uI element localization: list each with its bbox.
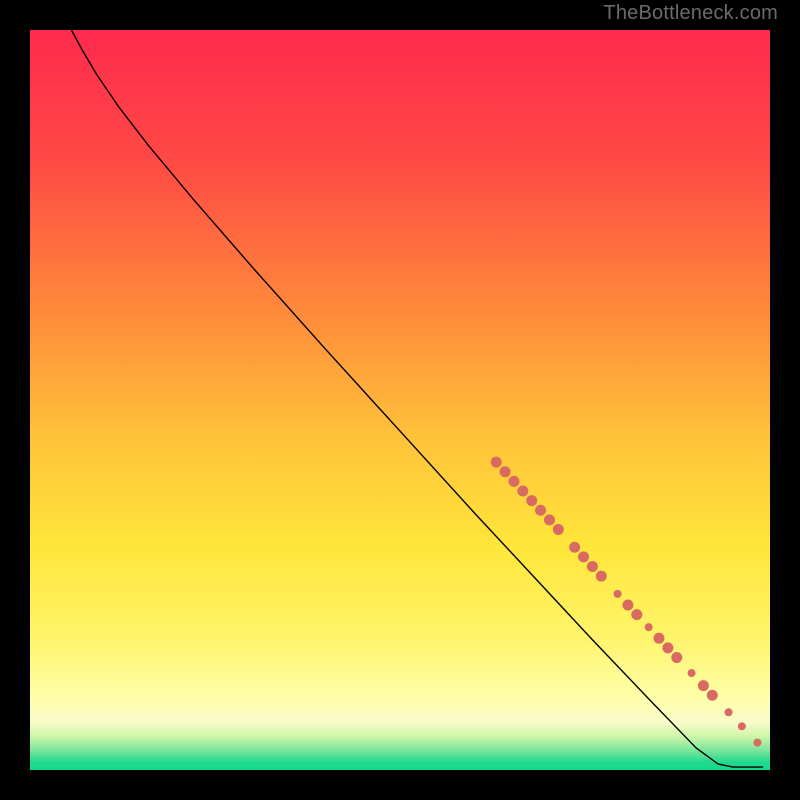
highlight-point <box>553 524 564 535</box>
highlight-point <box>526 495 537 506</box>
chart-frame: TheBottleneck.com <box>0 0 800 800</box>
highlight-point <box>654 633 665 644</box>
highlight-point <box>645 623 653 631</box>
highlight-point <box>662 642 673 653</box>
highlight-point <box>508 476 519 487</box>
gradient-background <box>30 30 770 770</box>
highlight-point <box>535 505 546 516</box>
highlight-point <box>517 486 528 497</box>
highlight-point <box>569 542 580 553</box>
highlight-point <box>500 466 511 477</box>
highlight-point <box>578 551 589 562</box>
highlight-point <box>753 739 761 747</box>
highlight-point <box>631 609 642 620</box>
highlight-point <box>491 457 502 468</box>
highlight-point <box>698 680 709 691</box>
highlight-point <box>725 708 733 716</box>
highlight-point <box>614 590 622 598</box>
highlight-point <box>671 652 682 663</box>
highlight-point <box>544 514 555 525</box>
attribution-text: TheBottleneck.com <box>603 2 778 25</box>
highlight-point <box>688 669 696 677</box>
highlight-point <box>738 722 746 730</box>
highlight-point <box>587 561 598 572</box>
highlight-point <box>707 690 718 701</box>
chart-svg <box>30 30 770 770</box>
highlight-point <box>596 571 607 582</box>
highlight-point <box>622 599 633 610</box>
plot-area <box>30 30 770 770</box>
